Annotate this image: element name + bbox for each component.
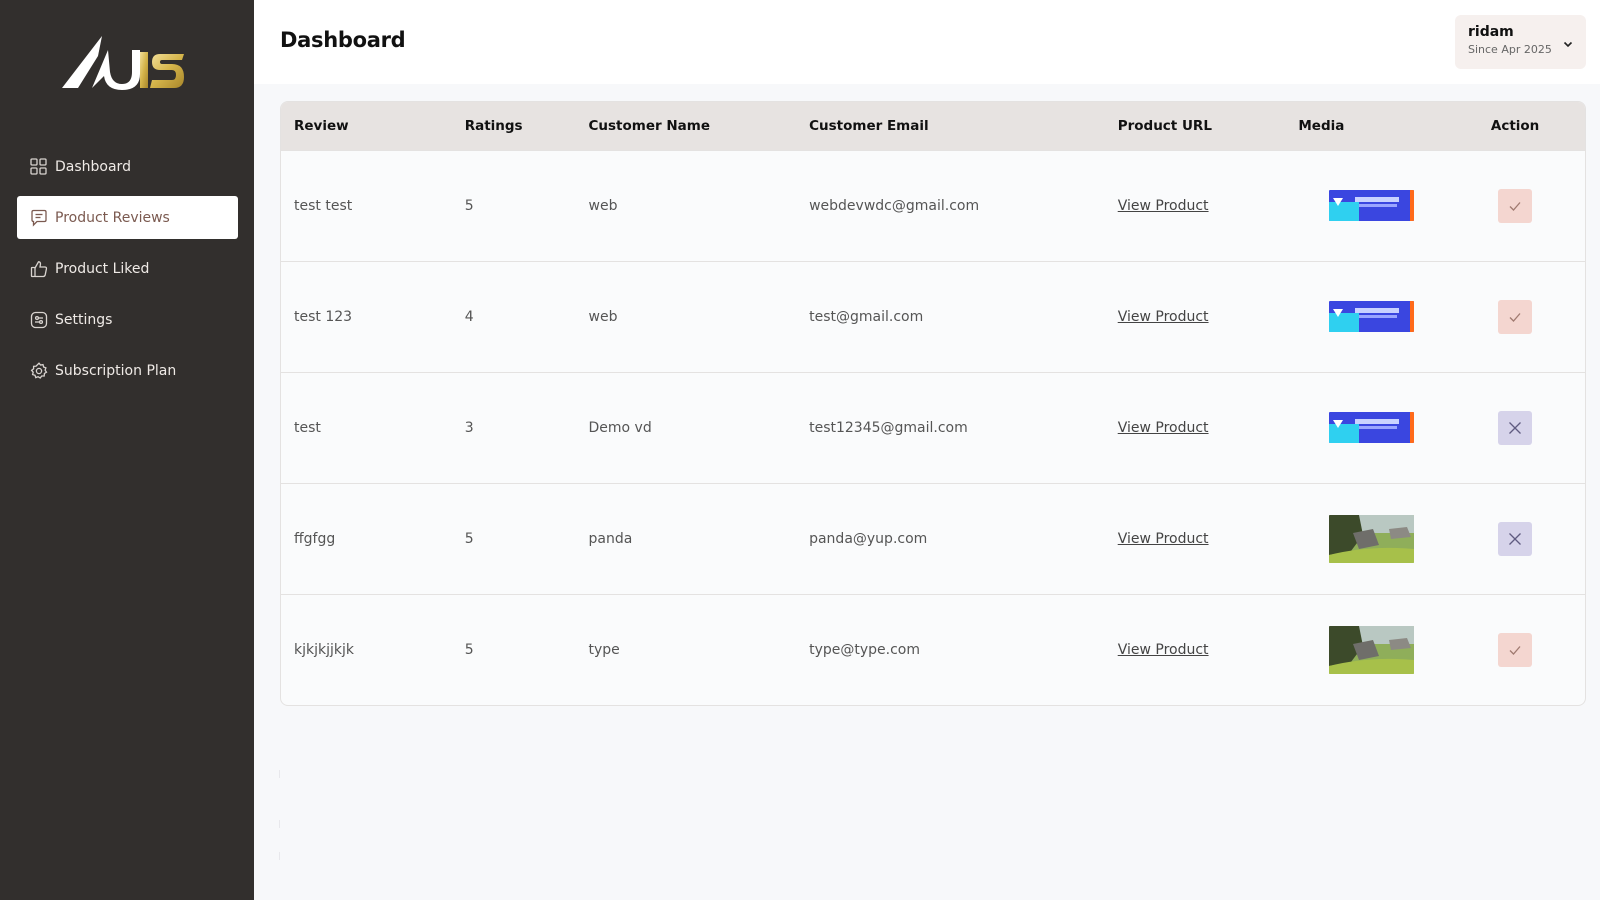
review-text: ffgfgg [294,530,336,547]
brand-logo[interactable] [62,32,190,92]
divider [279,852,280,860]
message-square-icon [29,208,48,227]
reject-button[interactable] [1498,521,1533,556]
sidebar-item-product-liked[interactable]: Product Liked [17,247,238,290]
rating-value: 4 [464,308,474,325]
customer-name: Demo vd [588,419,652,436]
customer-email: panda@yup.com [809,530,928,547]
column-header-customer-name: Customer Name [588,117,711,134]
sidebar-item-label: Product Reviews [55,209,170,226]
check-icon [1509,312,1521,322]
table-header-row: Review Ratings Customer Name Customer Em… [281,102,1585,150]
grid-icon [29,157,48,176]
divider [279,820,280,828]
rating-value: 5 [464,197,474,214]
review-text: test test [294,197,353,214]
sliders-icon [29,310,48,329]
rating-value: 3 [464,419,474,436]
customer-name: panda [588,530,633,547]
media-thumbnail[interactable] [1329,412,1415,443]
thumbs-up-icon [29,259,48,278]
close-icon [1509,421,1522,434]
table-row: kjkjkjjkjk 5 type type@type.com View Pro… [281,594,1585,705]
customer-email: type@type.com [809,641,920,658]
sidebar-item-product-reviews[interactable]: Product Reviews [17,196,238,239]
customer-name: web [588,197,618,214]
review-text: test [294,419,321,436]
check-icon [1509,201,1521,211]
approve-button[interactable] [1498,299,1533,334]
sidebar-item-dashboard[interactable]: Dashboard [17,145,238,188]
table-row: test test 5 web webdevwdc@gmail.com View… [281,150,1585,261]
customer-name: type [588,641,620,658]
sidebar-nav: Dashboard Product Reviews Product Liked [17,145,238,400]
view-product-link[interactable]: View Product [1118,531,1209,547]
approve-button[interactable] [1498,188,1533,223]
review-text: kjkjkjjkjk [294,641,354,658]
gear-icon [29,361,48,380]
reject-button[interactable] [1498,410,1533,445]
table-row: test 123 4 web test@gmail.com View Produ… [281,261,1585,372]
check-icon [1509,645,1521,655]
top-bar: Dashboard ridam Since Apr 2025 [254,0,1600,84]
review-text: test 123 [294,308,353,325]
column-header-media: Media [1298,117,1345,134]
customer-email: test@gmail.com [809,308,924,325]
sidebar-item-label: Settings [55,311,113,328]
column-header-action: Action [1490,117,1540,134]
media-thumbnail[interactable] [1329,301,1415,332]
media-thumbnail[interactable] [1329,514,1415,563]
column-header-customer-email: Customer Email [809,117,929,134]
customer-email: test12345@gmail.com [809,419,968,436]
column-header-ratings: Ratings [464,117,523,134]
view-product-link[interactable]: View Product [1118,420,1209,436]
sidebar-item-settings[interactable]: Settings [17,298,238,341]
column-header-review: Review [294,117,349,134]
customer-name: web [588,308,618,325]
sidebar-item-label: Product Liked [55,260,150,277]
view-product-link[interactable]: View Product [1118,198,1209,214]
view-product-link[interactable]: View Product [1118,309,1209,325]
page-title: Dashboard [280,28,406,52]
approve-button[interactable] [1498,632,1533,667]
table-row: test 3 Demo vd test12345@gmail.com View … [281,372,1585,483]
close-icon [1509,532,1522,545]
column-header-product-url: Product URL [1117,117,1212,134]
media-thumbnail[interactable] [1329,625,1415,674]
sidebar-item-label: Dashboard [55,158,131,175]
chevron-down-icon[interactable] [1562,35,1574,54]
table-row: ffgfgg 5 panda panda@yup.com View Produc… [281,483,1585,594]
sidebar: Dashboard Product Reviews Product Liked [0,0,254,900]
sidebar-item-subscription-plan[interactable]: Subscription Plan [17,349,238,392]
view-product-link[interactable]: View Product [1118,642,1209,658]
media-thumbnail[interactable] [1329,190,1415,221]
reviews-table: Review Ratings Customer Name Customer Em… [280,101,1586,706]
sidebar-item-label: Subscription Plan [55,362,177,379]
divider [279,770,280,778]
rating-value: 5 [464,530,474,547]
customer-email: webdevwdc@gmail.com [809,197,980,214]
user-menu[interactable]: ridam Since Apr 2025 [1455,15,1586,69]
rating-value: 5 [464,641,474,658]
